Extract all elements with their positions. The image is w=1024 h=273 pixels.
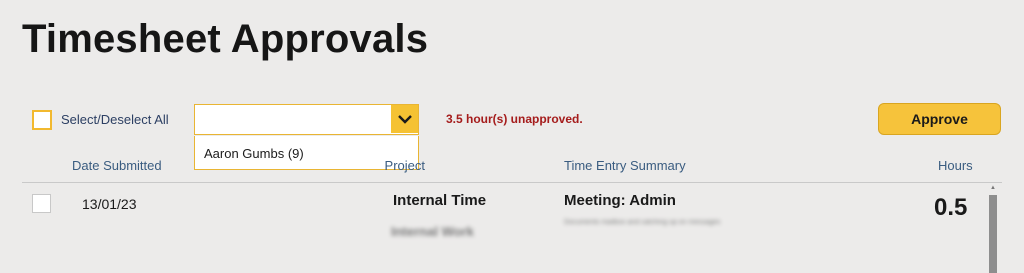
row-date: 13/01/23 — [82, 196, 137, 212]
employee-dropdown[interactable] — [194, 104, 419, 135]
vertical-scrollbar[interactable]: ▲ — [987, 185, 999, 273]
row-project-sub: Internal Work — [391, 224, 474, 239]
column-header-date[interactable]: Date Submitted — [72, 158, 162, 173]
approve-button[interactable]: Approve — [878, 103, 1001, 135]
column-header-project[interactable]: Project — [383, 158, 425, 173]
select-all-checkbox[interactable] — [32, 110, 52, 130]
chevron-down-icon — [397, 115, 412, 124]
select-all-label[interactable]: Select/Deselect All — [61, 112, 169, 127]
unapproved-message: 3.5 hour(s) unapproved. — [446, 112, 583, 126]
row-summary: Meeting: Admin — [564, 192, 676, 209]
table-divider — [22, 182, 1002, 183]
row-summary-sub: Documents mailbox and catching up on mes… — [564, 219, 721, 226]
scrollbar-thumb[interactable] — [989, 195, 997, 273]
column-header-hours[interactable]: Hours — [938, 158, 973, 173]
row-hours: 0.5 — [934, 194, 968, 221]
dropdown-toggle[interactable] — [391, 105, 418, 133]
row-project: Internal Time — [393, 192, 487, 209]
scroll-up-icon[interactable]: ▲ — [990, 185, 996, 191]
dropdown-option[interactable]: Aaron Gumbs (9) — [204, 146, 304, 161]
row-checkbox[interactable] — [32, 194, 51, 213]
column-header-summary[interactable]: Time Entry Summary — [564, 158, 686, 173]
page-title: Timesheet Approvals — [22, 17, 429, 61]
